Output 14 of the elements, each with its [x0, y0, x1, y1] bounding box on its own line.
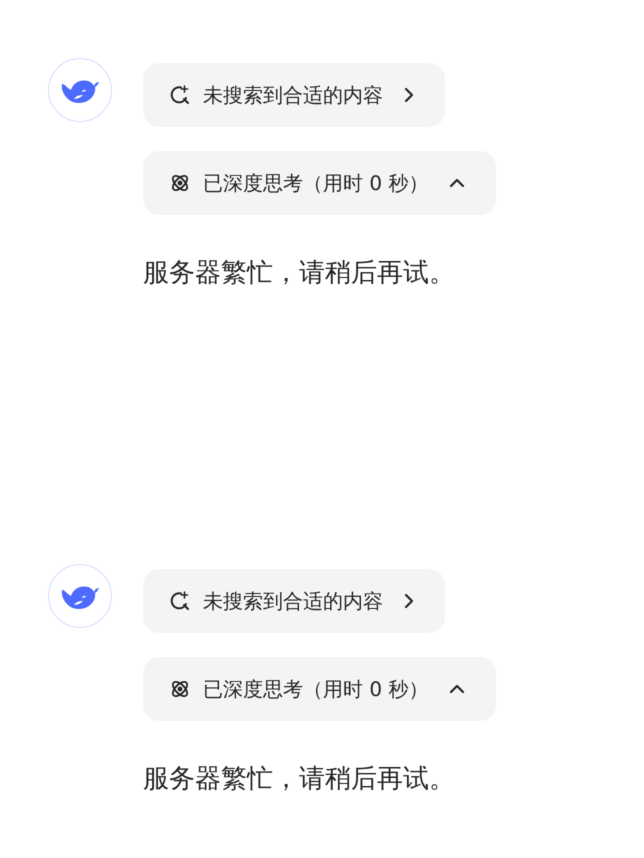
atom-icon	[169, 172, 191, 194]
search-result-button[interactable]: 未搜索到合适的内容	[143, 569, 445, 633]
chevron-right-icon	[403, 593, 415, 609]
search-sparkle-icon	[169, 590, 191, 612]
answer-text: 服务器繁忙，请稍后再试。	[143, 257, 455, 290]
answer-text: 服务器繁忙，请稍后再试。	[143, 763, 455, 796]
chevron-up-icon	[448, 682, 466, 696]
search-result-button[interactable]: 未搜索到合适的内容	[143, 63, 445, 127]
atom-icon	[169, 678, 191, 700]
thinking-toggle-button[interactable]: 已深度思考（用时 0 秒）	[143, 151, 496, 215]
thinking-toggle-button[interactable]: 已深度思考（用时 0 秒）	[143, 657, 496, 721]
chevron-right-icon	[403, 87, 415, 103]
search-sparkle-icon	[169, 84, 191, 106]
chevron-up-icon	[448, 176, 466, 190]
